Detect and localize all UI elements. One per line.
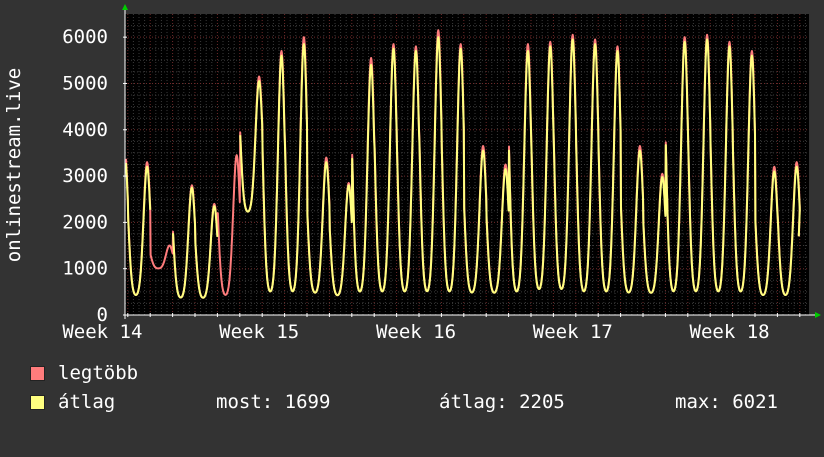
stat-max: max: 6021 (675, 391, 778, 413)
y-tick-label: 5000 (62, 72, 108, 94)
legend-swatch-atlag (30, 395, 45, 410)
x-tick-labels: Week 14 Week 15 Week 16 Week 17 Week 18 (62, 321, 769, 343)
y-tick-labels: 0100020003000400050006000 (62, 26, 108, 326)
legend-label-atlag: átlag (58, 391, 116, 413)
x-axis-arrow (815, 312, 821, 318)
x-tick-label: Week 15 (219, 321, 299, 343)
x-tick-label: Week 18 (690, 321, 770, 343)
legend-item-atlag: átlag (30, 391, 115, 457)
legend-label-legtobb: legtöbb (58, 362, 139, 384)
y-tick-label: 2000 (62, 211, 108, 233)
x-tick-label: Week 16 (376, 321, 456, 343)
x-tick-label: Week 17 (533, 321, 613, 343)
y-tick-label: 4000 (62, 119, 108, 141)
y-tick-label: 3000 (62, 165, 108, 187)
y-axis-label: onlinestream.live (3, 68, 25, 262)
x-tick-label: Week 14 (62, 321, 142, 343)
chart: 0100020003000400050006000 Week 14 Week 15… (3, 4, 821, 343)
y-tick-label: 1000 (62, 258, 108, 280)
y-tick-label: 6000 (62, 26, 108, 48)
stat-now: most: 1699 (216, 391, 331, 413)
legend-swatch-legtobb (30, 366, 45, 381)
y-axis-arrow (122, 4, 128, 10)
stat-average: átlag: 2205 (439, 391, 565, 413)
